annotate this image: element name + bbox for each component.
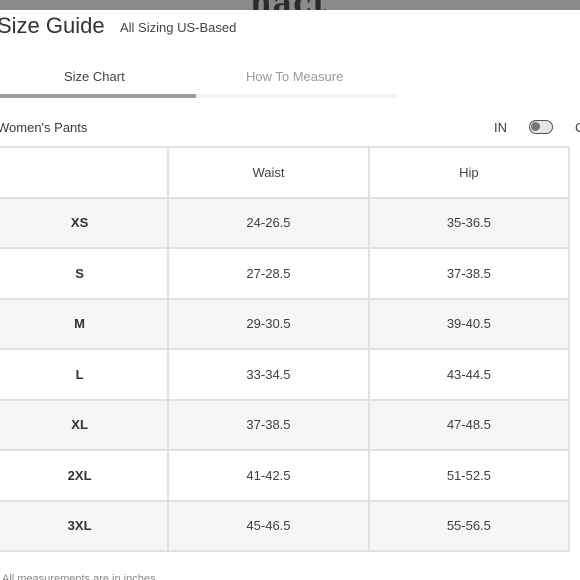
table-row: S 27-28.5 37-38.5 [0, 247, 571, 300]
tab-how-to-measure[interactable]: How To Measure [246, 69, 343, 84]
waist-cell: 45-46.5 [167, 499, 370, 552]
waist-cell: 24-26.5 [167, 196, 370, 249]
size-guide-modal: Size Guide All Sizing US-Based Size Char… [0, 10, 580, 580]
hip-cell: 35-36.5 [367, 196, 571, 249]
page-backdrop: nact [0, 0, 580, 21]
table-row: L 33-34.5 43-44.5 [0, 348, 571, 401]
table-row: XS 24-26.5 35-36.5 [0, 196, 571, 249]
hip-cell: 39-40.5 [367, 297, 571, 350]
unit-toggle-switch[interactable] [529, 120, 553, 134]
waist-cell: 41-42.5 [167, 449, 370, 502]
hip-cell: 55-56.5 [367, 499, 571, 552]
unit-cm-label[interactable]: CM [575, 120, 580, 135]
modal-title: Size Guide [0, 13, 105, 38]
header-hip: Hip [367, 146, 571, 199]
header-waist: Waist [167, 146, 370, 199]
tab-size-chart[interactable]: Size Chart [64, 69, 125, 84]
unit-in-label[interactable]: IN [494, 120, 507, 135]
table-header-row: Waist Hip [0, 146, 571, 199]
table-row: 2XL 41-42.5 51-52.5 [0, 449, 571, 502]
toggle-knob [531, 122, 540, 131]
hip-cell: 43-44.5 [367, 348, 571, 401]
size-cell: XS [0, 196, 170, 249]
waist-cell: 33-34.5 [167, 348, 370, 401]
waist-cell: 37-38.5 [167, 398, 370, 451]
size-cell: L [0, 348, 170, 401]
hip-cell: 51-52.5 [367, 449, 571, 502]
page: nact Size Guide All Sizing US-Based Size… [0, 0, 580, 580]
size-chart-table: Waist Hip XS 24-26.5 35-36.5 S 27-28.5 3… [0, 146, 571, 552]
size-cell: M [0, 297, 170, 350]
waist-cell: 29-30.5 [167, 297, 370, 350]
modal-subtitle: All Sizing US-Based [120, 20, 237, 35]
hip-cell: 37-38.5 [367, 247, 571, 300]
footnote: All measurements are in inches [2, 573, 156, 580]
header-size [0, 146, 170, 199]
waist-cell: 27-28.5 [167, 247, 370, 300]
table-row: XL 37-38.5 47-48.5 [0, 398, 571, 451]
table-row: M 29-30.5 39-40.5 [0, 297, 571, 350]
size-cell: 2XL [0, 449, 170, 502]
size-cell: S [0, 247, 170, 300]
size-cell: 3XL [0, 499, 170, 552]
table-row: 3XL 45-46.5 55-56.5 [0, 499, 571, 552]
hip-cell: 47-48.5 [367, 398, 571, 451]
size-cell: XL [0, 398, 170, 451]
active-tab-indicator [0, 94, 196, 98]
section-label: Women's Pants [0, 120, 88, 135]
